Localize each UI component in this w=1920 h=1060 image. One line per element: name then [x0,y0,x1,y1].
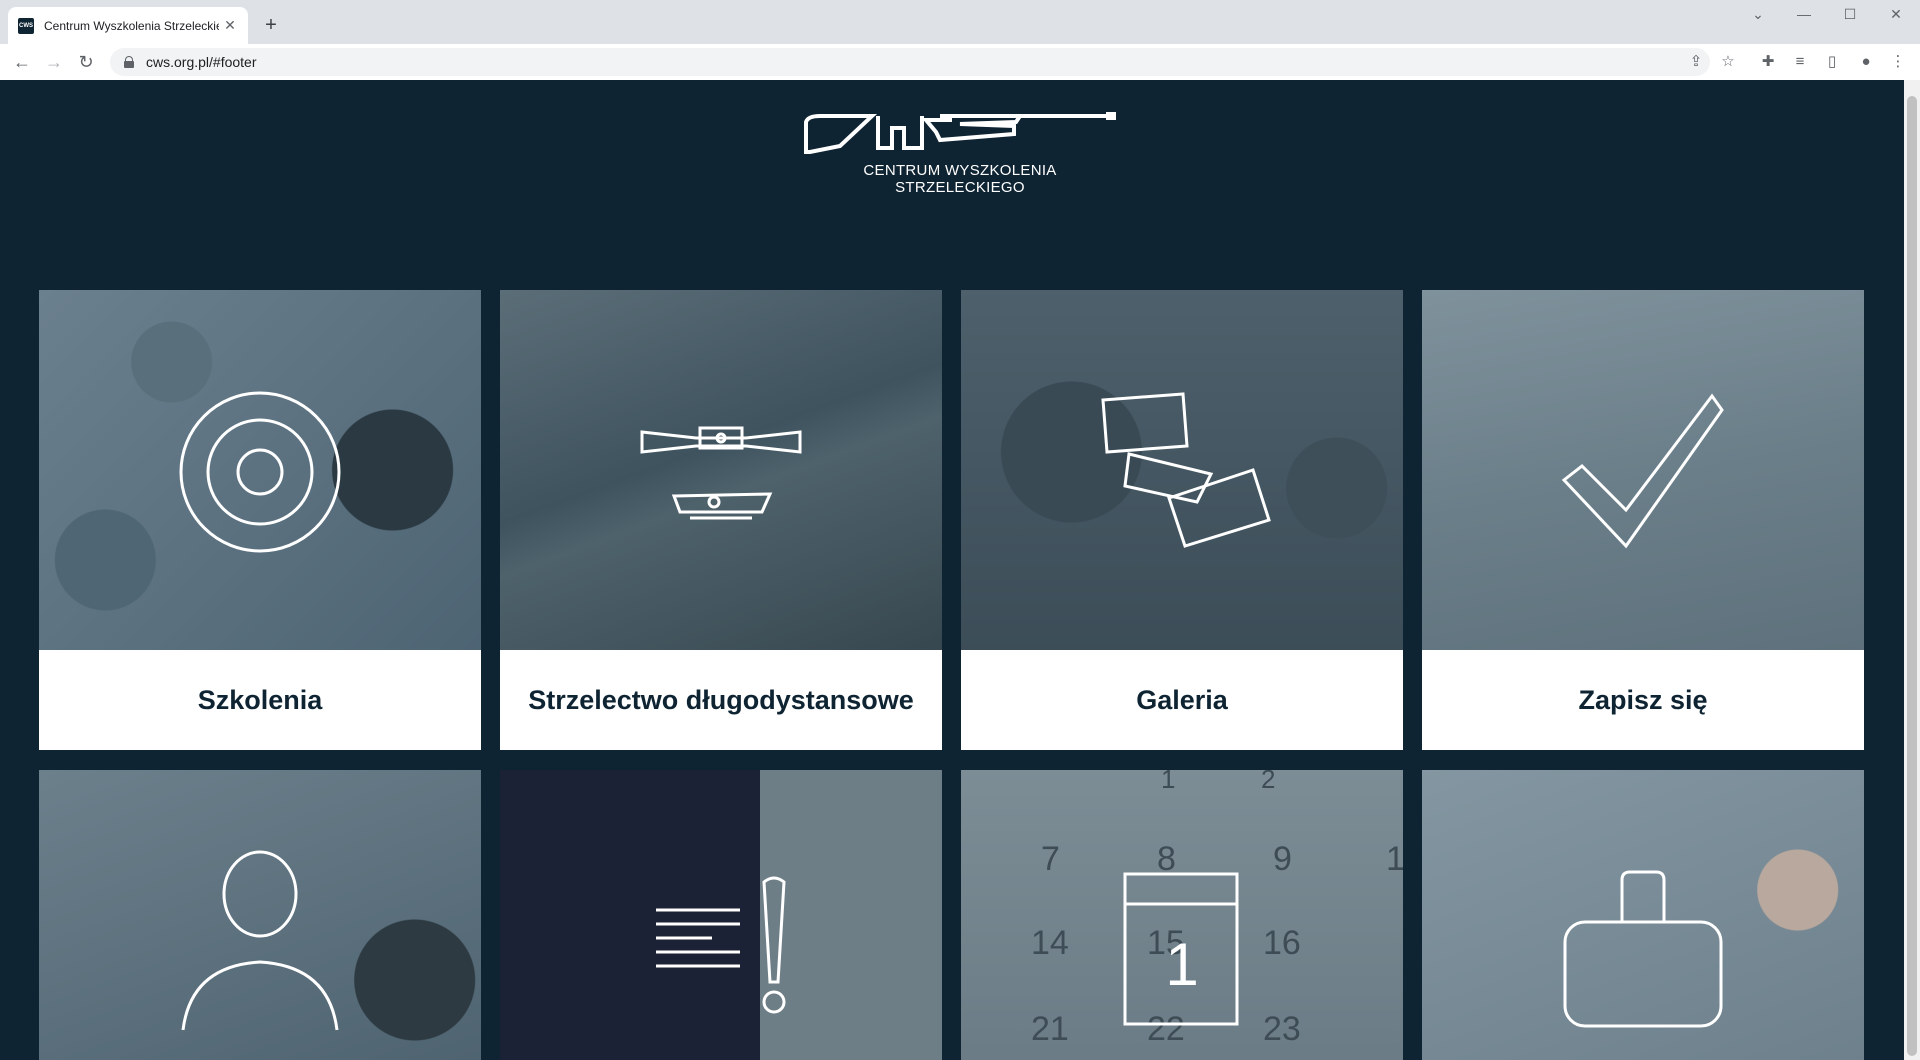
share-icon[interactable]: ⇪ [1686,52,1706,72]
tile-szkolenia[interactable]: Szkolenia [39,290,481,750]
rifle-scope-icon [640,426,802,520]
checkmark-icon [1561,393,1724,549]
tile-galeria[interactable]: Galeria [961,290,1403,750]
target-icon [179,391,341,553]
tile-row2-person[interactable] [39,770,481,1060]
favicon-icon: CWS [18,17,34,34]
minimize-icon[interactable]: — [1794,6,1814,22]
close-tab-icon[interactable]: ✕ [222,17,238,34]
scrollbar-thumb[interactable] [1907,96,1917,1056]
person-icon [181,850,339,1031]
address-bar[interactable]: cws.org.pl/#footer [110,48,1710,76]
tile-label: Szkolenia [197,684,323,715]
tile-row2-notice[interactable] [500,770,942,1060]
tile-row2-bag[interactable] [1422,770,1864,1060]
calendar-day: 1 [1165,931,1199,998]
tab-search-icon[interactable]: ⌄ [1748,6,1768,23]
media-icon[interactable]: ≡ [1790,52,1810,72]
photos-icon [1101,392,1271,548]
back-icon[interactable]: ← [10,50,34,74]
browser-chrome: CWS Centrum Wyszkolenia Strzeleckie ✕ + … [0,0,1920,80]
url-text: cws.org.pl/#footer [146,54,257,70]
forward-icon[interactable]: → [42,50,66,74]
tab-strip: CWS Centrum Wyszkolenia Strzeleckie ✕ + … [0,0,1920,44]
menu-icon[interactable]: ⋮ [1888,52,1908,72]
cws-logo[interactable]: CENTRUM WYSZKOLENIA STRZELECKIEGO [800,96,1120,196]
browser-toolbar: ← → ↻ cws.org.pl/#footer ⇪ ☆ ✚ ≡ ▯ ● ⋮ [0,44,1920,80]
tile-strzelectwo[interactable]: Strzelectwo długodystansowe [500,290,942,750]
tile-label: Strzelectwo długodystansowe [528,684,914,715]
tile-label: Zapisz się [1578,684,1708,715]
extensions-icon[interactable]: ✚ [1758,52,1778,72]
tile-row2-calendar[interactable]: 7 8 9 14 15 16 21 22 23 1 2 1 1 [961,770,1403,1060]
page-content: CENTRUM WYSZKOLENIA STRZELECKIEGO Szkole… [0,80,1904,1060]
tile-label: Galeria [1136,684,1228,715]
lock-icon [124,56,134,68]
logo-mark-icon [804,112,1116,154]
tile-zapisz-sie[interactable]: Zapisz się [1422,290,1864,750]
page-scrollbar[interactable] [1904,80,1920,1060]
profile-icon[interactable]: ● [1856,52,1876,72]
side-panel-icon[interactable]: ▯ [1822,52,1842,72]
maximize-icon[interactable]: ☐ [1840,6,1860,23]
new-tab-button[interactable]: + [258,12,284,38]
browser-tab[interactable]: CWS Centrum Wyszkolenia Strzeleckie ✕ [8,7,248,44]
notice-icon [656,876,786,1014]
reload-icon[interactable]: ↻ [74,50,98,74]
tab-title: Centrum Wyszkolenia Strzeleckie [44,18,219,33]
calendar-icon [1123,872,1239,1026]
bag-icon [1563,870,1723,1028]
logo-subtitle: CENTRUM WYSZKOLENIA STRZELECKIEGO [863,162,1057,196]
close-window-icon[interactable]: ✕ [1886,6,1906,23]
bookmark-star-icon[interactable]: ☆ [1718,52,1738,72]
